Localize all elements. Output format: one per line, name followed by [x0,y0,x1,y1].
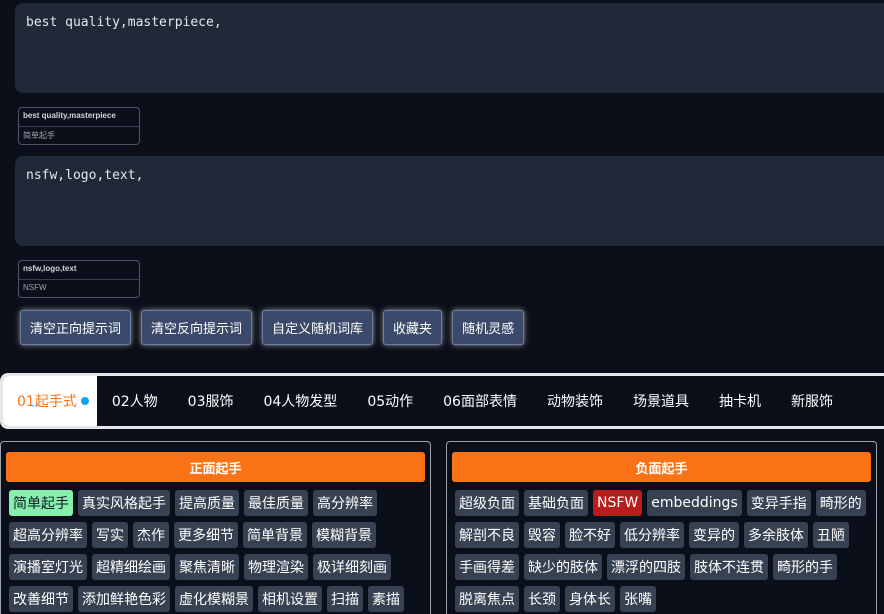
random-inspiration-button[interactable]: 随机灵感 [452,310,525,345]
negative-tag[interactable]: 畸形的 [815,490,866,516]
negative-preset-text: nsfw,logo,text [19,261,139,280]
negative-tag[interactable]: 丑陋 [813,522,849,548]
tab-3[interactable]: 03服饰 [173,376,249,426]
positive-preset-label: 简单起手 [23,131,55,140]
tab-label: 场景道具 [632,394,689,410]
tab-7[interactable]: 动物装饰 [532,376,618,426]
positive-tag[interactable]: 超高分辨率 [9,522,87,548]
positive-tag[interactable]: 模糊背景 [312,522,376,548]
positive-tag[interactable]: 简单背景 [243,522,307,548]
negative-tag[interactable]: 张嘴 [620,586,656,612]
negative-tag[interactable]: 漂浮的四肢 [607,554,685,580]
positive-tag[interactable]: 物理渲染 [244,554,308,580]
negative-tag[interactable]: 身体长 [565,586,615,612]
positive-tag[interactable]: 添加鲜艳色彩 [78,586,170,612]
tab-6[interactable]: 06面部表情 [428,376,532,426]
positive-tag[interactable]: 提高质量 [175,490,239,516]
tab-label: 06面部表情 [443,394,517,410]
positive-tag[interactable]: 改善细节 [9,586,73,612]
tab-label: 01起手式 [17,394,77,410]
tab-10[interactable]: 新服饰 [776,376,848,426]
negative-tag[interactable]: embeddings [647,490,742,516]
custom-random-library-button[interactable]: 自定义随机词库 [262,310,374,345]
negative-tag[interactable]: 脸不好 [565,522,615,548]
tab-label: 新服饰 [790,394,833,410]
tab-5[interactable]: 05动作 [352,376,428,426]
negative-preset-label: NSFW [23,283,47,292]
tab-label: 抽卡机 [718,394,761,410]
favorites-button[interactable]: 收藏夹 [383,310,443,345]
positive-tag[interactable]: 杰作 [133,522,169,548]
tab-4[interactable]: 04人物发型 [248,376,352,426]
positive-tag[interactable]: 超精细绘画 [92,554,170,580]
negative-tag[interactable]: 超级负面 [455,490,519,516]
positive-start-panel: 正面起手 简单起手 真实风格起手 提高质量 最佳质量 高分辨率超高分辨率 写实 杰作 更多细节… [0,441,431,614]
positive-preset-text: best quality,masterpiece [19,108,139,127]
negative-tag[interactable]: 手画得差 [455,554,519,580]
action-button-row: 清空正向提示词 清空反向提示词 自定义随机词库 收藏夹 随机灵感 [20,310,525,345]
negative-tag-list: 超级负面 基础负面 NSFW embeddings 变异手指 畸形的解剖不良 毁容 脸不好 低分… [452,490,871,612]
clear-positive-button[interactable]: 清空正向提示词 [20,310,132,345]
negative-start-panel: 负面起手 超级负面 基础负面 NSFW embeddings 变异手指 畸形的解剖不良 毁容… [446,441,877,614]
negative-preset-card[interactable]: nsfw,logo,text NSFW [18,260,140,298]
negative-tag[interactable]: 脱离焦点 [455,586,519,612]
category-tabbar: 01起手式 02人物 03服饰 04人物发型 05动作 06面部表情 动物装饰 场景道具 抽卡机… [0,373,884,429]
positive-tag[interactable]: 写实 [92,522,128,548]
positive-tag[interactable]: 扫描 [327,586,363,612]
tab-1[interactable]: 01起手式 [3,376,97,426]
negative-tag[interactable]: 基础负面 [524,490,588,516]
tab-8[interactable]: 场景道具 [618,376,704,426]
negative-tag[interactable]: 低分辨率 [620,522,684,548]
negative-tag[interactable]: 肢体不连贯 [690,554,768,580]
negative-tag[interactable]: 缺少的肢体 [524,554,602,580]
negative-tag[interactable]: 变异手指 [746,490,811,516]
negative-panel-title: 负面起手 [452,452,871,482]
tab-label: 05动作 [367,394,414,410]
active-dot-icon [80,397,89,405]
positive-tag[interactable]: 极详细刻画 [313,554,391,580]
positive-tag-list: 简单起手 真实风格起手 提高质量 最佳质量 高分辨率超高分辨率 写实 杰作 更多细节 简单背景模… [6,490,425,612]
positive-panel-title: 正面起手 [6,452,425,482]
tab-9[interactable]: 抽卡机 [704,376,776,426]
positive-tag[interactable]: 高分辨率 [313,490,377,516]
positive-tag[interactable]: 更多细节 [174,522,238,548]
negative-tag[interactable]: 长颈 [524,586,560,612]
positive-tag[interactable]: 最佳质量 [244,490,308,516]
negative-tag[interactable]: 变异的 [689,522,739,548]
positive-tag[interactable]: 演播室灯光 [9,554,87,580]
negative-tag[interactable]: NSFW [593,490,643,516]
tab-label: 动物装饰 [546,394,603,410]
positive-tag[interactable]: 虚化模糊景 [175,586,253,612]
negative-tag[interactable]: 解剖不良 [455,522,519,548]
positive-prompt-textarea[interactable]: best quality,masterpiece, [15,3,884,93]
negative-tag[interactable]: 毁容 [524,522,560,548]
positive-tag[interactable]: 简单起手 [9,490,73,516]
tab-label: 03服饰 [187,394,234,410]
tab-label: 04人物发型 [263,394,338,410]
clear-negative-button[interactable]: 清空反向提示词 [141,310,253,345]
positive-preset-card[interactable]: best quality,masterpiece 简单起手 [18,107,140,145]
tab-label: 02人物 [111,394,158,410]
positive-tag[interactable]: 聚焦清晰 [175,554,239,580]
positive-tag[interactable]: 素描 [368,586,404,612]
negative-tag[interactable]: 畸形的手 [773,554,837,580]
positive-tag[interactable]: 真实风格起手 [78,490,170,516]
positive-tag[interactable]: 相机设置 [258,586,322,612]
negative-prompt-textarea[interactable]: nsfw,logo,text, [15,156,884,246]
negative-tag[interactable]: 多余肢体 [744,522,808,548]
tab-2[interactable]: 02人物 [97,376,173,426]
